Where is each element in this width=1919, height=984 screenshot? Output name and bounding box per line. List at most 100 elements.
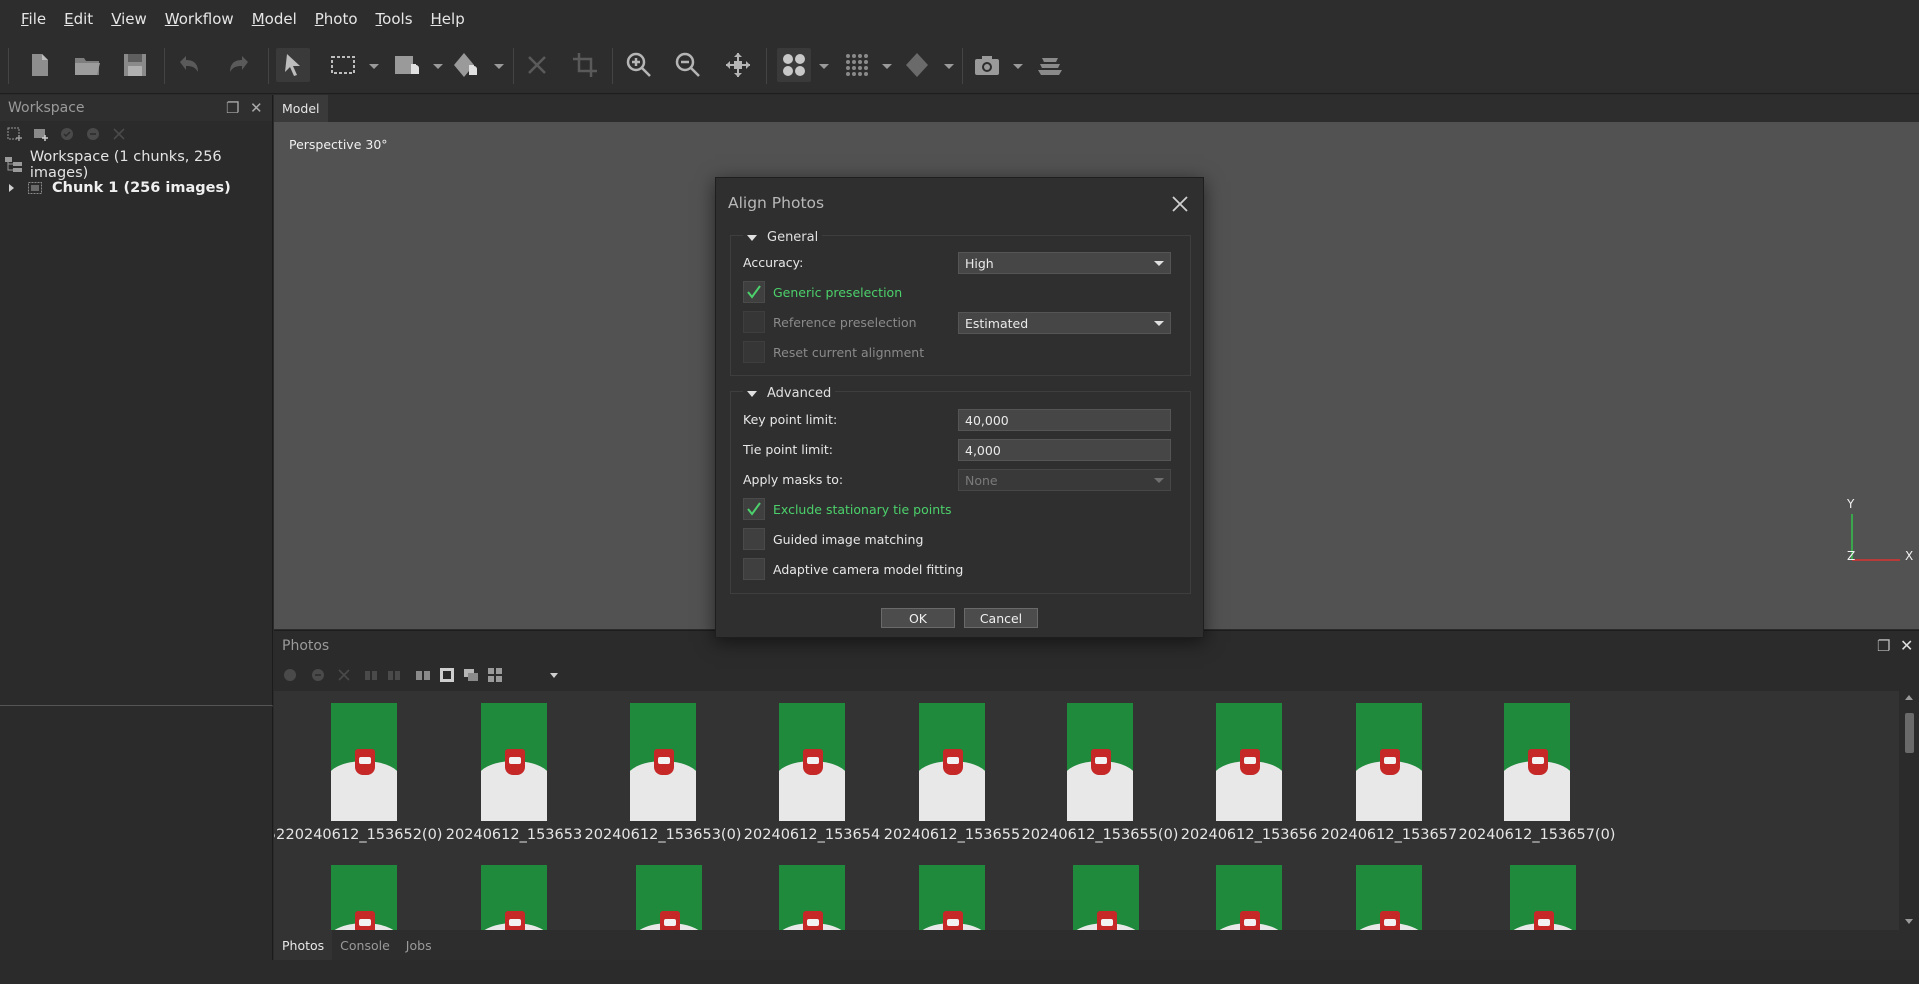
ok-button[interactable]: OK [881,608,955,628]
mesh-model-icon[interactable] [900,48,934,82]
rotate-left-icon[interactable] [362,666,380,684]
tab-model[interactable]: Model [274,95,328,122]
camera-icon[interactable] [970,48,1004,82]
pointer-icon[interactable] [276,48,310,82]
photo-thumbnail[interactable] [481,865,547,931]
enable-icon[interactable] [281,666,299,684]
mask-icon[interactable] [438,666,456,684]
photo-thumbnail[interactable] [1356,703,1422,821]
tab-jobs[interactable]: Jobs [398,930,440,960]
collapse-triangle-icon[interactable] [747,234,757,241]
menu-view[interactable]: View [102,10,156,28]
enable-icon[interactable] [58,125,76,143]
filter-icon[interactable] [414,666,432,684]
key-point-limit-input[interactable]: 40,000 [958,409,1171,431]
apply-masks-select[interactable]: None [958,469,1171,491]
reference-preselection-checkbox[interactable] [743,311,765,333]
accuracy-value: High [965,255,994,271]
guided-matching-checkbox[interactable] [743,528,765,550]
menu-model[interactable]: Model [243,10,306,28]
expand-chevron-icon[interactable] [9,184,14,192]
add-photos-icon[interactable] [32,125,50,143]
photo-thumbnail[interactable] [630,703,696,821]
tab-console[interactable]: Console [332,930,398,960]
cancel-button[interactable]: Cancel [964,608,1038,628]
float-panel-icon[interactable]: ❐ [226,99,239,117]
rectangle-selection-icon[interactable] [326,48,360,82]
tab-photos[interactable]: Photos [274,930,333,960]
generic-preselection-checkbox[interactable] [743,281,765,303]
view-mode-icon[interactable] [486,666,504,684]
new-file-icon[interactable] [22,48,56,82]
menu-workflow[interactable]: Workflow [156,10,243,28]
photo-thumbnail[interactable] [779,703,845,821]
save-icon[interactable] [118,48,152,82]
general-header[interactable]: General [743,230,823,245]
remove-icon[interactable] [335,666,353,684]
view-mode-dropdown-icon[interactable] [550,673,558,678]
disable-icon[interactable] [309,666,327,684]
rotate-right-icon[interactable] [385,666,403,684]
photo-thumbnail[interactable] [1216,865,1282,931]
photo-thumbnail[interactable] [1067,703,1133,821]
photo-thumbnail[interactable] [1073,865,1139,931]
reset-alignment-checkbox[interactable] [743,341,765,363]
adaptive-fitting-checkbox[interactable] [743,558,765,580]
photo-thumbnail[interactable] [919,865,985,931]
navigation-move-icon[interactable] [390,48,424,82]
tie-point-limit-input[interactable]: 4,000 [958,439,1171,461]
close-panel-icon[interactable]: ✕ [1900,636,1913,655]
rotate-object-icon[interactable] [448,48,482,82]
photo-thumbnail[interactable] [1510,865,1576,931]
disable-icon[interactable] [84,125,102,143]
photo-thumbnail[interactable] [636,865,702,931]
reset-view-icon[interactable] [721,48,755,82]
overlay-icon[interactable] [462,666,480,684]
add-chunk-icon[interactable] [6,125,24,143]
layers-icon[interactable] [1033,48,1067,82]
exclude-stationary-checkbox[interactable] [743,498,765,520]
camera-dropdown-icon[interactable] [1013,64,1023,69]
dense-cloud-dropdown-icon[interactable] [882,64,892,69]
undo-icon[interactable] [172,48,206,82]
photo-thumbnail[interactable] [331,703,397,821]
menu-file[interactable]: File [12,10,55,28]
photo-thumbnail[interactable] [779,865,845,931]
photo-thumbnail[interactable] [1356,865,1422,931]
menu-tools[interactable]: Tools [367,10,422,28]
menu-photo[interactable]: Photo [306,10,367,28]
photo-thumbnail[interactable] [1216,703,1282,821]
menu-edit[interactable]: Edit [55,10,102,28]
photo-thumbnail[interactable] [1504,703,1570,821]
collapse-triangle-icon[interactable] [747,390,757,397]
menu-help[interactable]: Help [422,10,474,28]
zoom-out-icon[interactable] [671,48,705,82]
open-folder-icon[interactable] [70,48,104,82]
remove-icon[interactable] [110,125,128,143]
scroll-down-icon[interactable] [1905,919,1913,924]
point-cloud-icon[interactable] [777,48,811,82]
redo-icon[interactable] [222,48,256,82]
delete-icon[interactable] [520,48,554,82]
tree-chunk-1[interactable]: Chunk 1 (256 images) [0,175,231,201]
photo-thumbnail[interactable] [919,703,985,821]
advanced-header-label: Advanced [767,386,832,401]
accuracy-select[interactable]: High [958,252,1171,274]
close-panel-icon[interactable]: ✕ [250,99,263,117]
scroll-up-icon[interactable] [1905,695,1913,700]
close-icon[interactable] [1168,192,1192,216]
float-panel-icon[interactable]: ❐ [1877,637,1890,655]
photos-scroll-thumb[interactable] [1905,713,1914,753]
crop-icon[interactable] [568,48,602,82]
zoom-in-icon[interactable] [622,48,656,82]
reference-mode-select[interactable]: Estimated [958,312,1171,334]
photo-thumbnail[interactable] [331,865,397,931]
point-cloud-dropdown-icon[interactable] [819,64,829,69]
mesh-dropdown-icon[interactable] [944,64,954,69]
rotate-dropdown-icon[interactable] [494,64,504,69]
navigation-dropdown-icon[interactable] [433,64,443,69]
photo-thumbnail[interactable] [481,703,547,821]
selection-dropdown-icon[interactable] [369,64,379,69]
dense-cloud-icon[interactable] [840,48,874,82]
advanced-header[interactable]: Advanced [743,386,836,401]
